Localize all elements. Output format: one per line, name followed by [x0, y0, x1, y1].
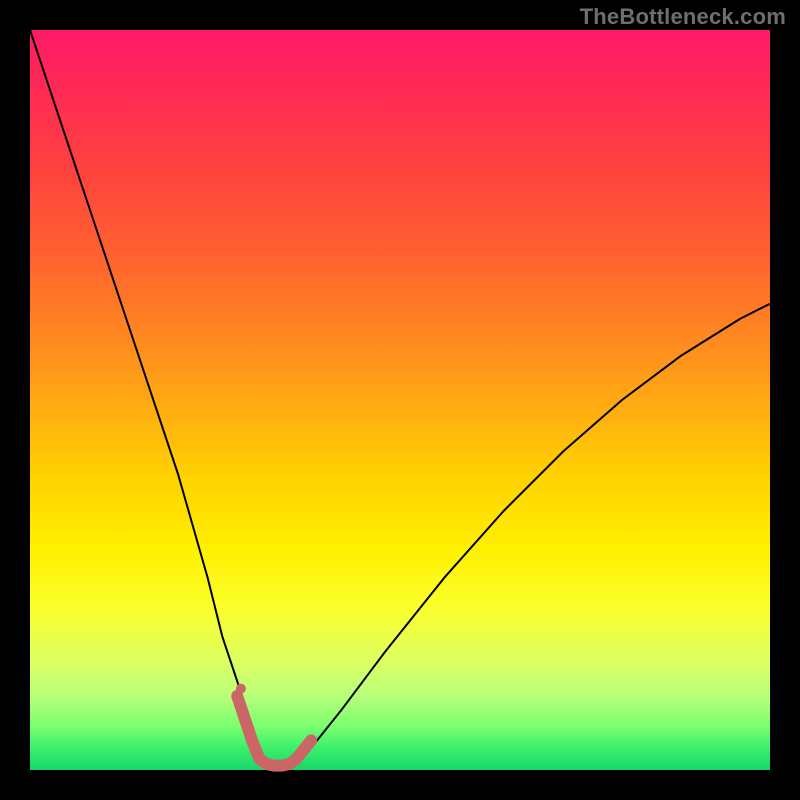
series-highlight-valley	[237, 696, 311, 766]
chart-svg	[30, 30, 770, 770]
series-bottleneck-curve	[30, 30, 770, 766]
chart-frame: TheBottleneck.com	[0, 0, 800, 800]
watermark-text: TheBottleneck.com	[580, 4, 786, 30]
plot-area	[30, 30, 770, 770]
annotation-dot	[236, 684, 246, 694]
